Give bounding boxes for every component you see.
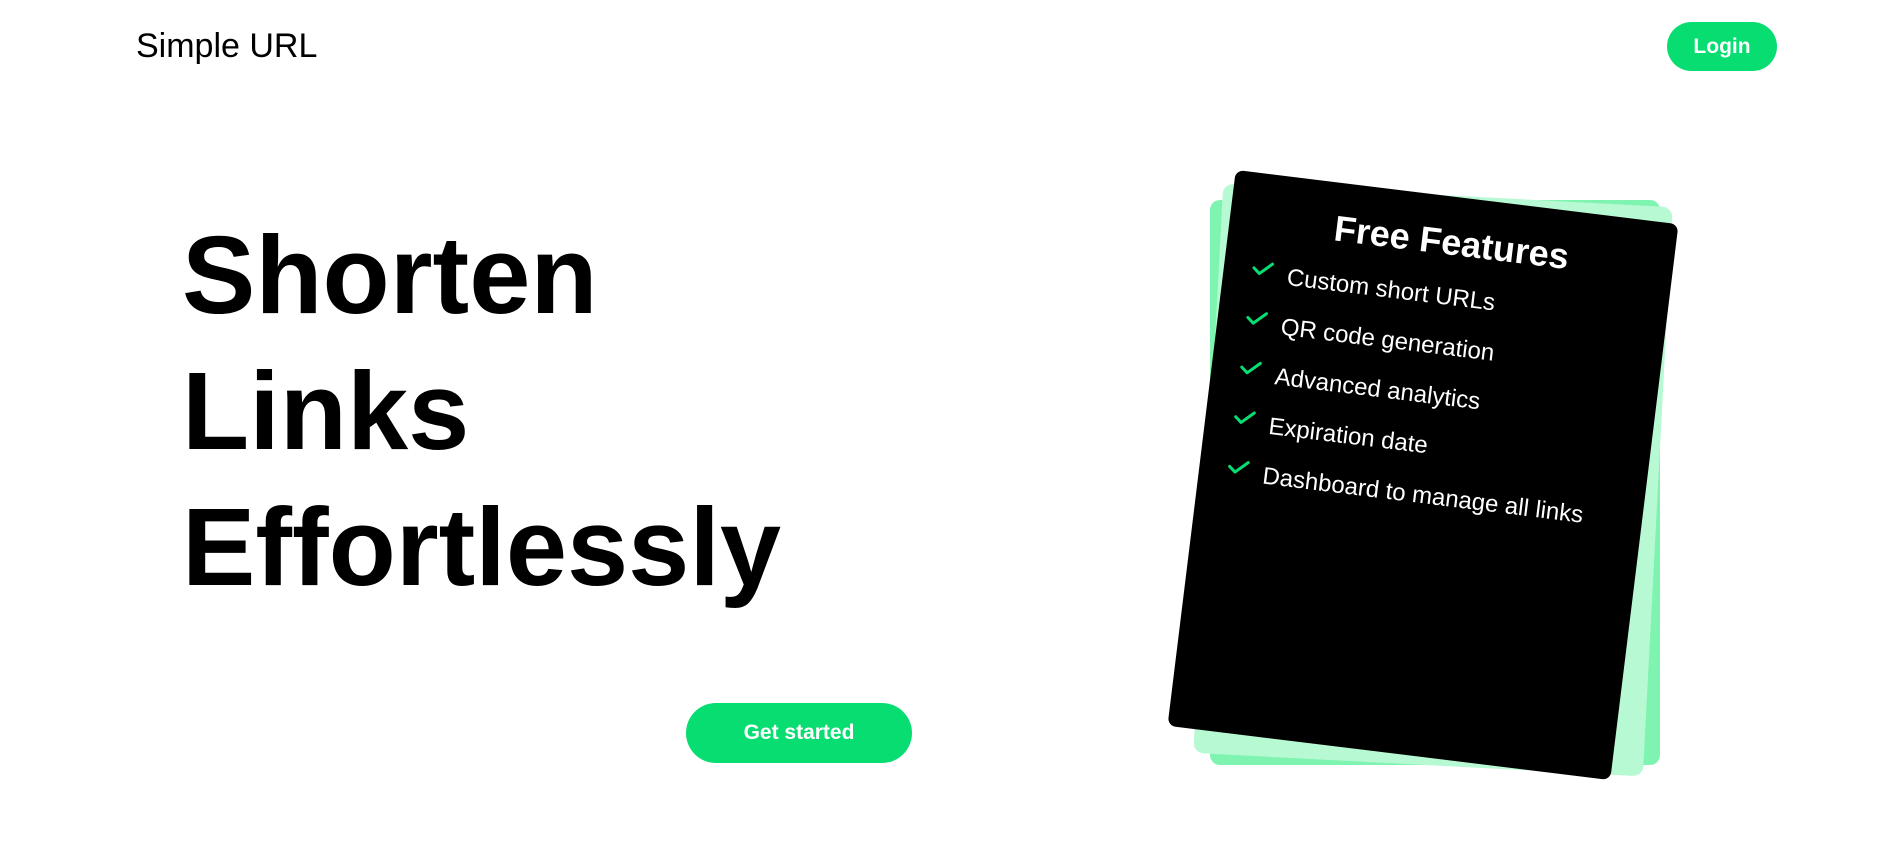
feature-label: QR code generation — [1279, 313, 1496, 367]
feature-list: Custom short URLs QR code generation Adv… — [1225, 259, 1640, 535]
feature-label: Advanced analytics — [1273, 363, 1482, 416]
get-started-button[interactable]: Get started — [686, 703, 912, 763]
hero-title-line: Links — [182, 350, 470, 473]
hero-title: Shorten Links Effortlessly — [182, 208, 781, 616]
features-card: Free Features Custom short URLs QR code … — [1167, 169, 1679, 781]
check-icon — [1228, 461, 1250, 474]
check-icon — [1240, 361, 1262, 375]
login-button[interactable]: Login — [1667, 22, 1777, 71]
page: Simple URL Login Shorten Links Effortles… — [0, 0, 1898, 865]
features-card-stack: Free Features Custom short URLs QR code … — [1167, 169, 1679, 781]
check-icon — [1252, 262, 1275, 276]
feature-label: Custom short URLs — [1285, 264, 1497, 317]
check-icon — [1246, 312, 1268, 325]
feature-label: Expiration date — [1267, 412, 1430, 460]
brand-logo[interactable]: Simple URL — [136, 24, 317, 68]
check-icon — [1234, 411, 1256, 424]
hero-title-line: Effortlessly — [182, 486, 782, 609]
hero-title-line: Shorten — [182, 214, 598, 337]
